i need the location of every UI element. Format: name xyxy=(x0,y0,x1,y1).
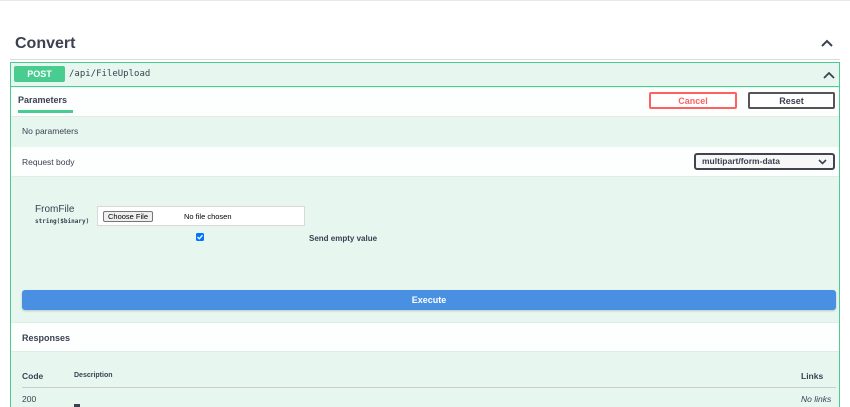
chevron-down-icon xyxy=(818,159,827,165)
parameters-tabbar: Parameters Cancel Reset xyxy=(11,88,839,117)
send-empty-label: Send empty value xyxy=(309,234,378,243)
column-header-description: Description xyxy=(74,372,113,379)
responses-title: Responses xyxy=(22,333,71,343)
table-divider xyxy=(22,387,836,388)
file-input[interactable]: Choose File No file chosen xyxy=(97,206,305,226)
content-type-value: multipart/form-data xyxy=(702,156,780,166)
method-badge: POST xyxy=(14,66,65,82)
request-body-label: Request body xyxy=(22,157,75,167)
send-empty-checkbox[interactable] xyxy=(196,233,204,241)
responses-bar: Responses xyxy=(11,322,839,352)
no-parameters-text: No parameters xyxy=(22,126,79,136)
field-name: FromFile xyxy=(35,204,75,215)
top-border xyxy=(0,0,850,1)
choose-file-button[interactable]: Choose File xyxy=(103,211,154,222)
response-links: No links xyxy=(801,394,832,404)
column-header-links: Links xyxy=(801,371,824,381)
file-status-text: No file chosen xyxy=(184,212,232,221)
operation-block: POST /api/FileUpload Parameters Cancel R… xyxy=(10,62,840,407)
operation-summary[interactable]: POST /api/FileUpload xyxy=(11,63,839,87)
content-type-select[interactable]: multipart/form-data xyxy=(694,153,835,170)
reset-button[interactable]: Reset xyxy=(748,92,835,109)
request-body-bar: Request body multipart/form-data xyxy=(11,147,839,177)
chevron-up-icon[interactable] xyxy=(820,36,834,50)
cancel-button[interactable]: Cancel xyxy=(649,92,737,109)
section-header[interactable]: Convert xyxy=(10,28,840,60)
chevron-up-icon[interactable] xyxy=(823,69,835,81)
section-title: Convert xyxy=(15,35,76,52)
response-code: 200 xyxy=(22,394,37,404)
field-type: string($binary) xyxy=(35,218,90,225)
tab-parameters[interactable]: Parameters xyxy=(18,95,73,113)
execute-button[interactable]: Execute xyxy=(22,290,836,310)
operation-path: /api/FileUpload xyxy=(69,69,151,79)
column-header-code: Code xyxy=(22,371,44,381)
